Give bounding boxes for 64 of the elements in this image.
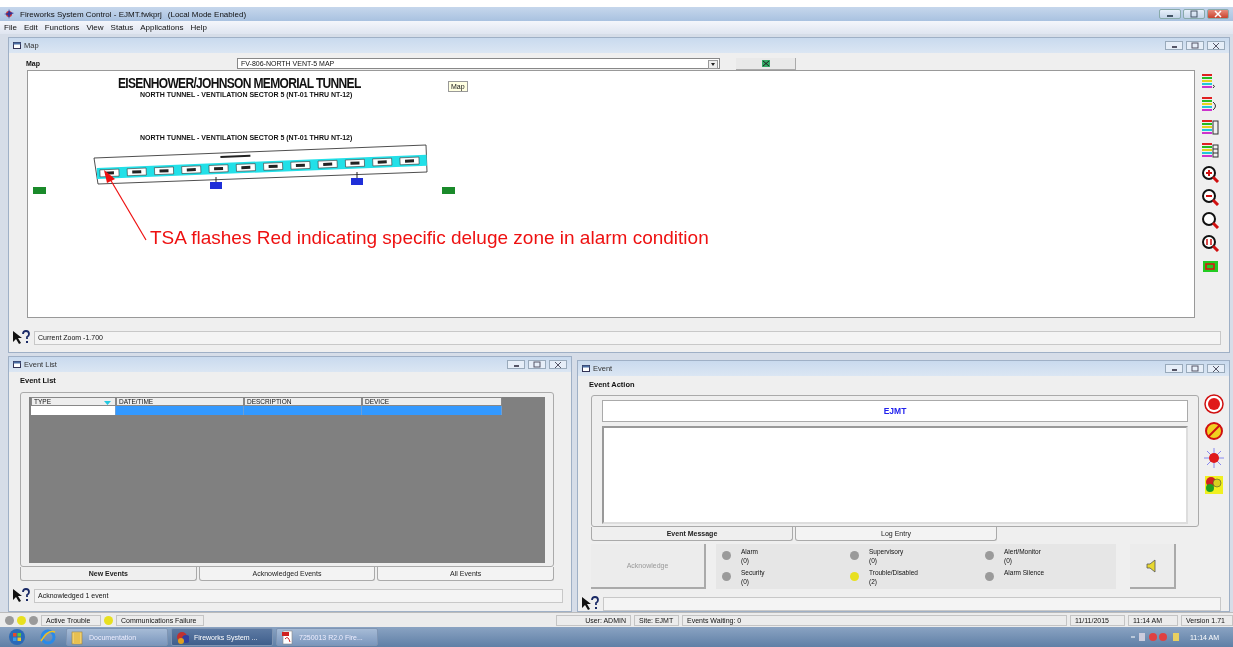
maximize-icon bbox=[1188, 10, 1200, 18]
cluster-icon[interactable] bbox=[1204, 475, 1224, 495]
browser-icon bbox=[40, 629, 56, 645]
menu-item[interactable]: View bbox=[86, 23, 104, 32]
magnifier-icon bbox=[1200, 210, 1220, 229]
minimize-button[interactable] bbox=[1165, 41, 1183, 50]
magnifier-button[interactable] bbox=[1200, 210, 1220, 229]
help-pointer-icon[interactable] bbox=[12, 588, 30, 603]
annotation-text: TSA flashes Red indicating specific deluge zone in alarm condition bbox=[150, 227, 709, 249]
restore-icon bbox=[1190, 41, 1200, 50]
restore-button[interactable] bbox=[1186, 41, 1204, 50]
menu-item[interactable]: Help bbox=[190, 23, 207, 32]
map-tool-button[interactable] bbox=[736, 57, 796, 70]
menu-item[interactable]: File bbox=[4, 23, 17, 32]
close-icon bbox=[553, 360, 563, 369]
round-button-icon[interactable] bbox=[1204, 394, 1224, 414]
window-icon bbox=[582, 364, 590, 373]
zoom-out-icon bbox=[1200, 187, 1220, 206]
zoom-in-icon bbox=[1200, 164, 1220, 183]
menu-item[interactable]: Status bbox=[110, 23, 134, 32]
zoom-out-button[interactable] bbox=[1200, 187, 1220, 206]
beacon-icon[interactable] bbox=[1204, 448, 1224, 468]
map-tool-icon bbox=[760, 58, 771, 68]
help-pointer-icon[interactable] bbox=[12, 330, 30, 345]
window-icon bbox=[13, 360, 21, 369]
folder-icon bbox=[71, 629, 84, 645]
restore-icon bbox=[532, 360, 542, 369]
window-icon bbox=[13, 41, 21, 50]
list-icon bbox=[1200, 141, 1220, 160]
close-icon bbox=[1212, 10, 1224, 18]
restore-button[interactable] bbox=[528, 360, 546, 369]
site-field: EJMT bbox=[602, 400, 1188, 422]
window-title: Fireworks System Control - EJMT.fwkprj bbox=[20, 9, 162, 19]
minimize-button[interactable] bbox=[1165, 364, 1183, 373]
zoom-in-button[interactable] bbox=[1200, 164, 1220, 183]
list-icon bbox=[1200, 118, 1220, 137]
message-box[interactable] bbox=[602, 426, 1188, 524]
list-button[interactable] bbox=[1200, 141, 1220, 160]
speaker-icon bbox=[1146, 558, 1158, 573]
app-icon bbox=[4, 9, 14, 19]
restore-button[interactable] bbox=[1186, 364, 1204, 373]
menu-item[interactable]: Edit bbox=[23, 23, 38, 32]
app-icon bbox=[176, 629, 189, 645]
close-button[interactable] bbox=[549, 360, 567, 369]
menu-item[interactable]: Functions bbox=[44, 23, 80, 32]
map-title: EISENHOWER/JOHNSON MEMORIAL TUNNEL bbox=[118, 75, 361, 91]
close-button[interactable] bbox=[1207, 364, 1225, 373]
windows-logo-icon bbox=[7, 628, 27, 646]
close-button[interactable] bbox=[1207, 9, 1229, 19]
menu-item[interactable]: Applications bbox=[140, 23, 184, 32]
dropdown-arrow-icon[interactable] bbox=[709, 61, 717, 68]
restore-icon bbox=[1190, 364, 1200, 373]
close-button[interactable] bbox=[1207, 41, 1225, 50]
no-entry-icon[interactable] bbox=[1204, 421, 1224, 441]
zoom-fit-button[interactable] bbox=[1200, 233, 1220, 252]
close-icon bbox=[1211, 41, 1221, 50]
close-icon bbox=[1211, 364, 1221, 373]
minimize-button[interactable] bbox=[507, 360, 525, 369]
list-button[interactable] bbox=[1200, 118, 1220, 137]
minimize-button[interactable] bbox=[1159, 9, 1181, 19]
document-icon bbox=[281, 629, 294, 645]
mode-label: (Local Mode Enabled) bbox=[167, 9, 247, 19]
zoom-fit-icon bbox=[1200, 233, 1220, 252]
help-pointer-icon[interactable] bbox=[581, 596, 599, 611]
